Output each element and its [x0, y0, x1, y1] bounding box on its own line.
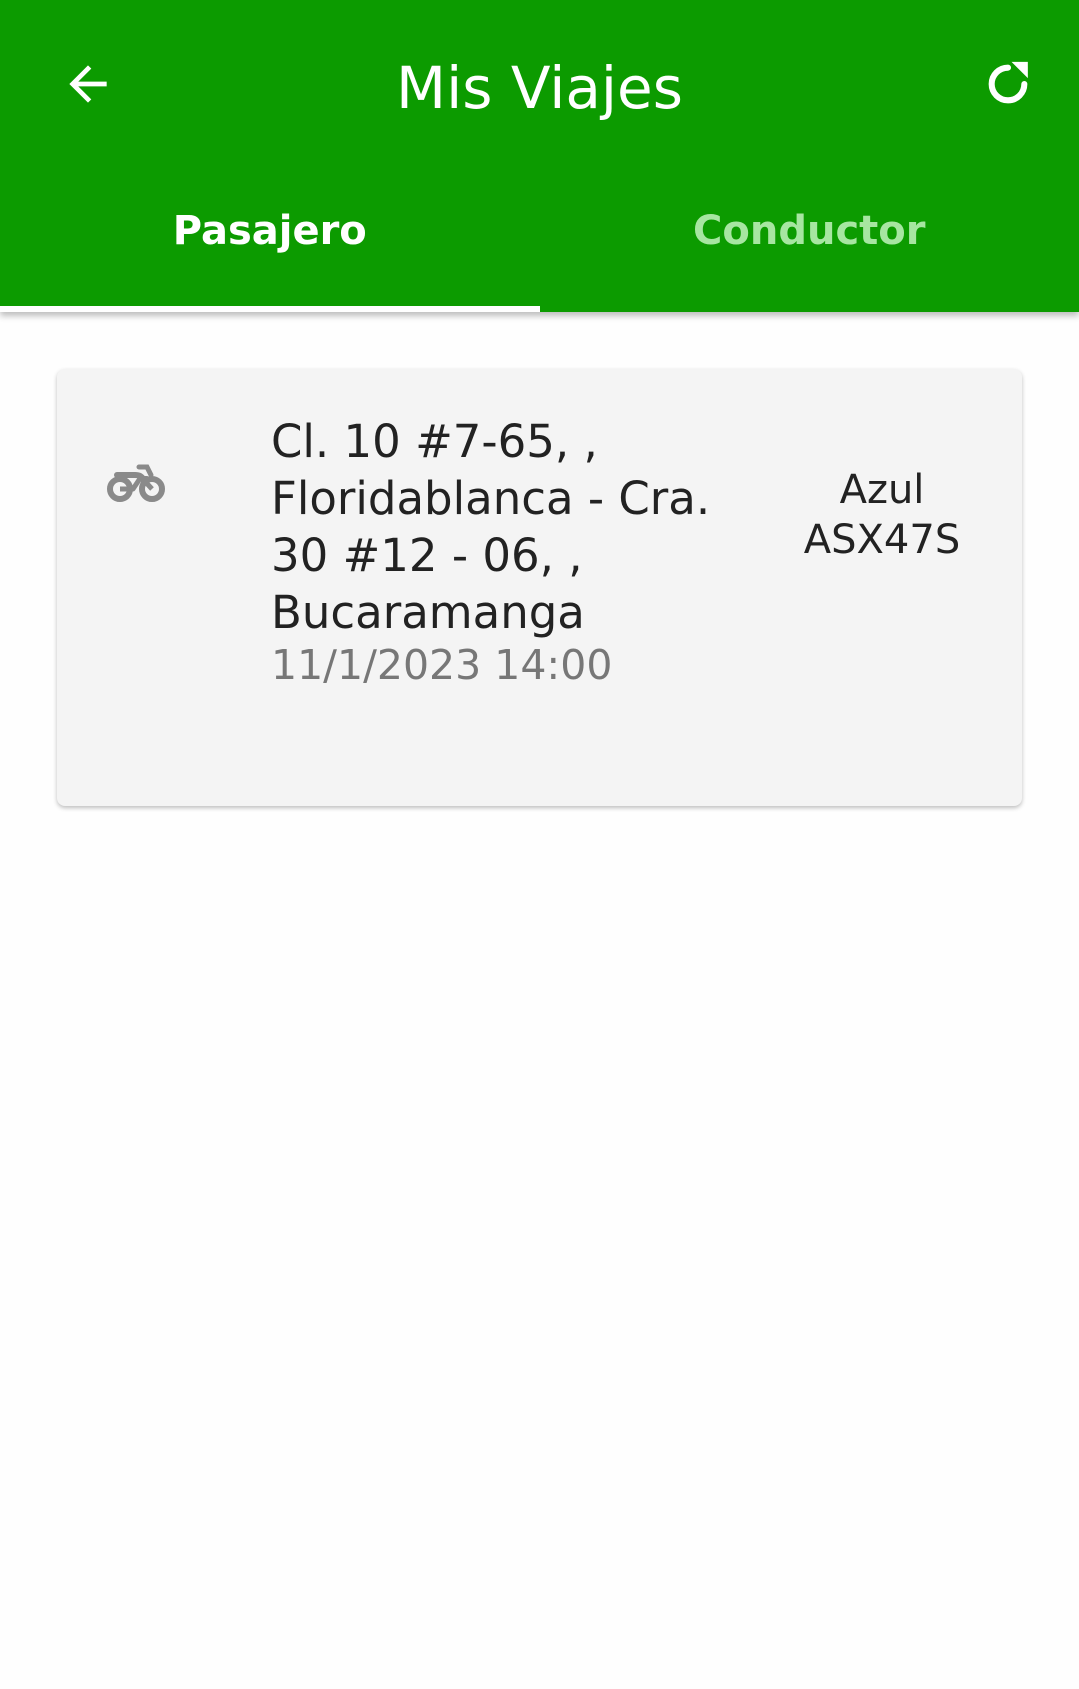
- tab-conductor[interactable]: Conductor: [540, 180, 1079, 312]
- app-bar: Mis Viajes Pasajero Conductor: [0, 0, 1079, 312]
- page-title: Mis Viajes: [396, 54, 683, 122]
- tab-bar: Pasajero Conductor: [0, 180, 1079, 312]
- trip-card[interactable]: Cl. 10 #7-65, , Floridablanca - Cra. 30 …: [57, 369, 1022, 806]
- vehicle-plate: ASX47S: [803, 517, 961, 563]
- vehicle-color: Azul: [839, 467, 925, 513]
- app-screen: Mis Viajes Pasajero Conductor Cl. 10 #7-…: [0, 0, 1079, 1689]
- tab-label: Pasajero: [172, 208, 367, 254]
- vehicle-info: Azul ASX47S: [767, 465, 997, 565]
- trip-route: Cl. 10 #7-65, , Floridablanca - Cra. 30 …: [271, 415, 711, 639]
- active-tab-indicator: [0, 306, 540, 312]
- refresh-button[interactable]: [968, 44, 1048, 124]
- tab-label: Conductor: [693, 208, 926, 254]
- motorcycle-icon: [107, 464, 165, 502]
- tab-pasajero[interactable]: Pasajero: [0, 180, 540, 312]
- trip-datetime: 11/1/2023 14:00: [271, 641, 613, 689]
- refresh-icon: [988, 61, 1028, 104]
